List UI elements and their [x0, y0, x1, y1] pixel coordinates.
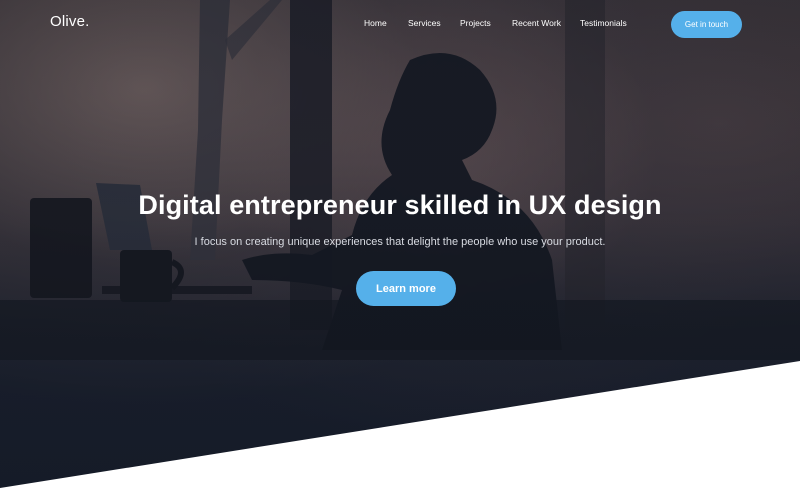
nav-link-testimonials[interactable]: Testimonials: [580, 18, 627, 28]
hero-section: Olive. Home Services Projects Recent Wor…: [0, 0, 800, 495]
hero-title: Digital entrepreneur skilled in UX desig…: [138, 190, 662, 220]
nav-link-projects[interactable]: Projects: [460, 18, 491, 28]
learn-more-button[interactable]: Learn more: [356, 271, 456, 306]
nav-link-services[interactable]: Services: [408, 18, 441, 28]
nav-link-home[interactable]: Home: [364, 18, 387, 28]
hero-subtitle: I focus on creating unique experiences t…: [194, 236, 606, 248]
brand-logo[interactable]: Olive.: [50, 13, 90, 30]
get-in-touch-button[interactable]: Get in touch: [671, 11, 742, 38]
white-section-shape: [0, 361, 800, 495]
navbar: Olive. Home Services Projects Recent Wor…: [0, 0, 800, 48]
nav-link-recent-work[interactable]: Recent Work: [512, 18, 561, 28]
